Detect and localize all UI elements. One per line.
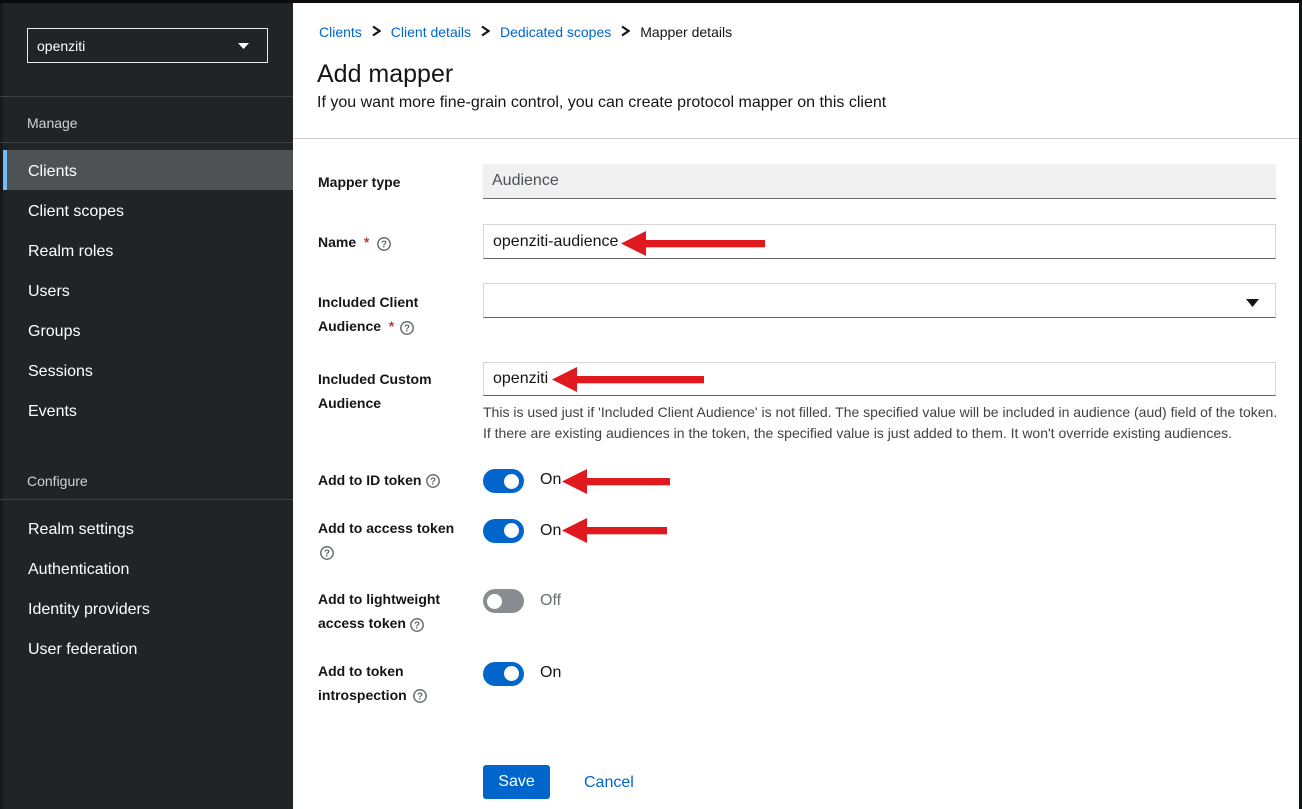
svg-text:?: ? <box>381 239 387 250</box>
svg-text:?: ? <box>324 548 330 559</box>
svg-text:?: ? <box>414 620 420 631</box>
svg-text:?: ? <box>417 691 423 702</box>
svg-text:?: ? <box>404 323 410 334</box>
svg-text:?: ? <box>430 476 436 487</box>
